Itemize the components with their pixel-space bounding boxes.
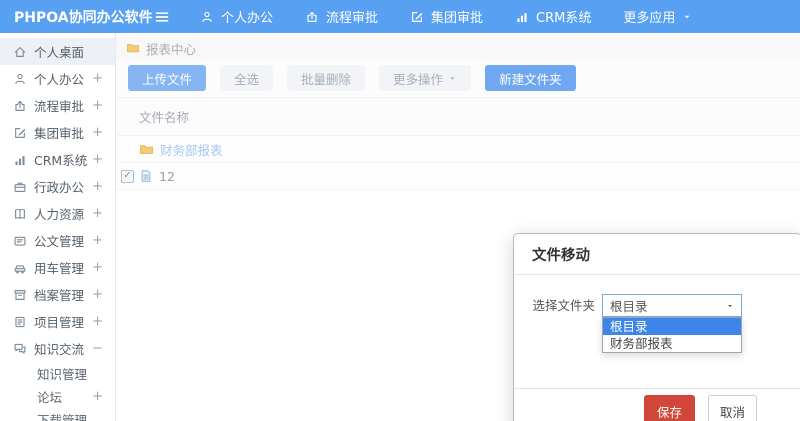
sidebar-item-8[interactable]: 公文管理 + xyxy=(0,227,115,254)
topbar-item-3[interactable]: 集团审批 xyxy=(394,0,499,33)
batch-delete-button[interactable]: 批量删除 xyxy=(287,65,366,91)
folder-select-label: 选择文件夹 xyxy=(532,298,595,313)
topbar-item-1[interactable]: 个人办公 xyxy=(184,0,289,33)
file-name-label: 12 xyxy=(159,168,175,184)
folder-option-2[interactable]: 财务部报表 xyxy=(603,335,741,352)
sidebar-item-11[interactable]: 项目管理 + xyxy=(0,308,115,335)
chart-icon xyxy=(13,153,27,167)
expand-toggle-icon: + xyxy=(92,260,103,275)
breadcrumb-label: 报表中心 xyxy=(146,41,197,57)
expand-toggle-icon: + xyxy=(92,152,103,167)
topbar: PHPOA协同办公软件 个人办公 流程审批 集团审批 CRM系统 更多应用 xyxy=(0,0,800,33)
chat-icon xyxy=(13,342,27,356)
sidebar-item-7[interactable]: 人力资源 + xyxy=(0,200,115,227)
process-icon xyxy=(305,10,319,24)
sidebar-item-2[interactable]: 个人办公 + xyxy=(0,65,115,92)
breadcrumb: 报表中心 xyxy=(116,37,800,59)
folder-select-wrap: 根目录 根目录 财务部报表 xyxy=(602,294,742,388)
briefcase-icon xyxy=(13,180,27,194)
process-icon xyxy=(13,99,27,113)
folder-select-value: 根目录 xyxy=(610,299,648,314)
new-folder-button[interactable]: 新建文件夹 xyxy=(485,65,576,91)
dialog-header: 文件移动 xyxy=(514,234,800,275)
expand-toggle-icon: + xyxy=(92,125,103,140)
topbar-item-5[interactable]: 更多应用 xyxy=(607,0,708,33)
sidebar-item-5[interactable]: CRM系统 + xyxy=(0,146,115,173)
sidebar-subitem-3[interactable]: 下载管理 xyxy=(0,408,115,421)
folder-option-1[interactable]: 根目录 xyxy=(603,318,741,335)
select-all-button[interactable]: 全选 xyxy=(220,65,274,91)
car-icon xyxy=(13,261,27,275)
upload-file-button[interactable]: 上传文件 xyxy=(128,65,207,91)
sidebar-subitem-1[interactable]: 知识管理 xyxy=(0,362,115,385)
folder-select-dropdown: 根目录 财务部报表 xyxy=(602,317,742,353)
sidebar-item-10[interactable]: 档案管理 + xyxy=(0,281,115,308)
sidebar-item-1[interactable]: 个人桌面 xyxy=(0,38,115,65)
document-icon xyxy=(13,234,27,248)
folder-row[interactable]: 财务部报表 xyxy=(116,136,800,163)
app-logo: PHPOA协同办公软件 xyxy=(14,9,153,26)
approve-icon xyxy=(13,126,27,140)
expand-toggle-icon: + xyxy=(92,233,103,248)
expand-toggle-icon: − xyxy=(92,341,103,356)
archive-icon xyxy=(13,288,27,302)
sidebar-item-9[interactable]: 用车管理 + xyxy=(0,254,115,281)
expand-toggle-icon: + xyxy=(92,389,103,404)
app-window: PHPOA协同办公软件 个人办公 流程审批 集团审批 CRM系统 更多应用 个人桌面 个人… xyxy=(0,0,800,421)
file-list-header: 文件名称 xyxy=(116,98,800,136)
expand-toggle-icon: + xyxy=(92,98,103,113)
sidebar-item-12[interactable]: 知识交流 − xyxy=(0,335,115,362)
more-actions-label: 更多操作 xyxy=(393,71,444,87)
expand-toggle-icon: + xyxy=(92,287,103,302)
topbar-item-4[interactable]: CRM系统 xyxy=(499,0,607,33)
dialog-title: 文件移动 xyxy=(532,247,590,264)
folder-icon xyxy=(126,41,140,55)
save-button[interactable]: 保存 xyxy=(643,395,695,421)
sidebar-item-6[interactable]: 行政办公 + xyxy=(0,173,115,200)
caret-down-icon xyxy=(448,74,457,83)
file-icon xyxy=(139,169,153,183)
project-icon xyxy=(13,315,27,329)
more-actions-button[interactable]: 更多操作 xyxy=(379,65,472,91)
expand-toggle-icon: + xyxy=(92,71,103,86)
sidebar-item-3[interactable]: 流程审批 + xyxy=(0,92,115,119)
cancel-button[interactable]: 取消 xyxy=(707,395,757,421)
folder-icon xyxy=(139,142,154,157)
file-checkbox[interactable]: ✓ xyxy=(121,169,134,183)
file-row[interactable]: ✓ 12 xyxy=(116,163,800,190)
expand-toggle-icon: + xyxy=(92,179,103,194)
folder-name-link[interactable]: 财务部报表 xyxy=(160,140,223,159)
menu-toggle-button[interactable] xyxy=(154,9,170,25)
sidebar: 个人桌面 个人办公 + 流程审批 + 集团审批 + CRM系统 + 行政办公 + 人力资源 + 公文管理 +… xyxy=(0,33,116,421)
sidebar-subitem-2[interactable]: 论坛 + xyxy=(0,385,115,408)
dialog-body: 选择文件夹 根目录 根目录 财务部报表 xyxy=(514,275,800,388)
caret-down-icon xyxy=(726,302,734,310)
home-icon xyxy=(13,45,27,59)
book-icon xyxy=(13,207,27,221)
caret-down-icon xyxy=(682,12,692,22)
dialog-footer: 保存 取消 xyxy=(514,388,800,421)
approve-icon xyxy=(410,10,424,24)
person-icon xyxy=(13,72,27,86)
chart-icon xyxy=(515,10,529,24)
sidebar-item-4[interactable]: 集团审批 + xyxy=(0,119,115,146)
topbar-nav: 个人办公 流程审批 集团审批 CRM系统 更多应用 xyxy=(184,0,708,33)
toolbar: 上传文件 全选 批量删除 更多操作 新建文件夹 xyxy=(116,59,800,98)
expand-toggle-icon: + xyxy=(92,206,103,221)
file-move-dialog: 文件移动 选择文件夹 根目录 根目录 财务部报表 保存 取消 xyxy=(513,233,800,421)
person-icon xyxy=(200,10,214,24)
folder-select[interactable]: 根目录 xyxy=(602,294,742,317)
expand-toggle-icon: + xyxy=(92,314,103,329)
topbar-item-2[interactable]: 流程审批 xyxy=(289,0,394,33)
